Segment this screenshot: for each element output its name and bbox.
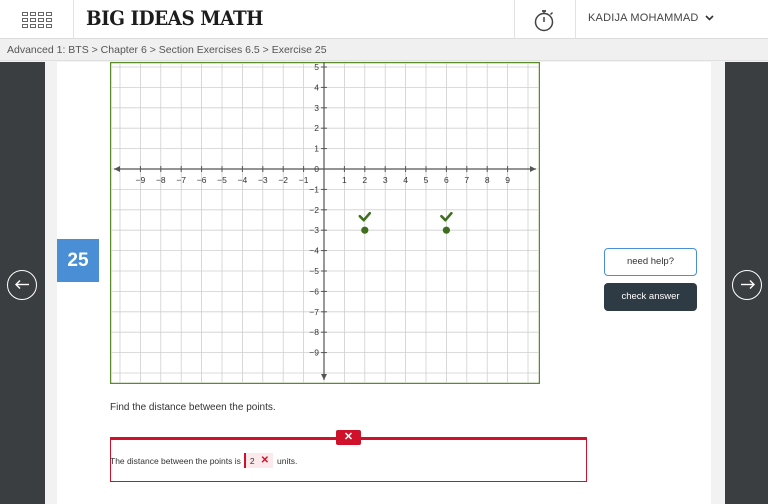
x-tick-label: −7 — [176, 175, 186, 185]
answer-sentence: The distance between the points is 2 ✕ u… — [110, 453, 297, 468]
timer-button[interactable] — [514, 0, 576, 39]
apps-grid-icon — [21, 11, 52, 28]
top-bar: BIG IDEAS MATH KADIJA MOHAMMAD — [0, 0, 768, 39]
x-tick-label: 5 — [424, 175, 429, 185]
answer-value: 2 — [249, 455, 255, 466]
stopwatch-icon — [534, 9, 554, 31]
y-tick-label: 3 — [314, 103, 319, 113]
answer-prefix: The distance between the points is — [110, 455, 241, 466]
x-tick-label: 9 — [505, 175, 510, 185]
need-help-button[interactable]: need help? — [604, 248, 697, 276]
y-tick-label: −8 — [309, 327, 319, 337]
y-tick-label: 4 — [314, 82, 319, 92]
y-tick-label: −7 — [309, 307, 319, 317]
next-exercise-button[interactable] — [732, 270, 762, 300]
coordinate-plane[interactable]: −9 −8 −7 −6 −5 −4 −3 −2 −1 1 2 3 4 5 6 7 8 9 5 4 3 2 1 −1 −2 −3 −4… — [110, 62, 540, 384]
x-tick-label: −2 — [278, 175, 288, 185]
x-tick-label: −3 — [258, 175, 268, 185]
answer-suffix: units. — [277, 455, 298, 466]
breadcrumb: Advanced 1: BTS > Chapter 6 > Section Ex… — [0, 39, 768, 61]
y-tick-label: −5 — [309, 266, 319, 276]
exercise-number: 25 — [57, 239, 99, 282]
previous-exercise-button[interactable] — [7, 270, 37, 300]
arrow-right-icon — [740, 280, 755, 289]
y-tick-label: −1 — [309, 184, 319, 194]
y-tick-label: 2 — [314, 123, 319, 133]
arrow-left-icon — [14, 280, 29, 289]
chevron-down-icon — [705, 15, 714, 21]
x-tick-label: 6 — [444, 175, 449, 185]
incorrect-badge: ✕ — [336, 430, 361, 445]
question-prompt: Find the distance between the points. — [110, 402, 276, 413]
user-name: KADIJA MOHAMMAD — [588, 12, 699, 24]
y-tick-label: 1 — [314, 144, 319, 154]
x-tick-label: 1 — [342, 175, 347, 185]
apps-menu-button[interactable] — [0, 0, 74, 39]
plotted-point — [442, 226, 450, 234]
plotted-point — [361, 226, 369, 234]
y-tick-label: −2 — [309, 205, 319, 215]
x-tick-label: −4 — [238, 175, 248, 185]
distance-answer-input[interactable]: 2 ✕ — [243, 453, 274, 468]
x-tick-label: 8 — [485, 175, 490, 185]
y-tick-label: −4 — [309, 246, 319, 256]
brand-logo: BIG IDEAS MATH — [86, 6, 264, 30]
user-menu[interactable]: KADIJA MOHAMMAD — [588, 12, 714, 24]
origin-label: 0 — [314, 164, 319, 174]
x-tick-label: −6 — [197, 175, 207, 185]
y-tick-label: −6 — [309, 286, 319, 296]
x-tick-label: −1 — [299, 175, 309, 185]
x-tick-label: 7 — [464, 175, 469, 185]
x-tick-label: −8 — [156, 175, 166, 185]
y-tick-label: −3 — [309, 225, 319, 235]
x-tick-label: −9 — [136, 175, 146, 185]
y-tick-label: −9 — [309, 348, 319, 358]
x-tick-label: 3 — [383, 175, 388, 185]
x-tick-label: 4 — [403, 175, 408, 185]
wrong-answer-icon: ✕ — [260, 455, 270, 466]
check-answer-button[interactable]: check answer — [604, 283, 697, 311]
plane-frame — [110, 62, 540, 384]
x-tick-label: −5 — [217, 175, 227, 185]
x-tick-label: 2 — [362, 175, 367, 185]
y-tick-label: 5 — [314, 62, 319, 72]
